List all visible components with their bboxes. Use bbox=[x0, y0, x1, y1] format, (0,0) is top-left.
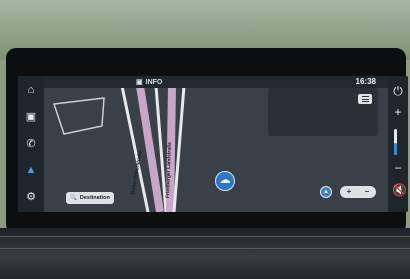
radio-icon[interactable]: ▣ bbox=[25, 111, 37, 123]
zoom-out-button[interactable]: − bbox=[365, 187, 370, 197]
volume-down-button[interactable]: − bbox=[392, 162, 404, 174]
destination-label: Destination bbox=[79, 195, 110, 201]
volume-up-button[interactable]: + bbox=[392, 106, 404, 118]
infotainment-screen: Dottenfelderstraße Friedberger Landstraß… bbox=[18, 76, 408, 212]
sidebar: ⌂ ▣ ✆ ▲ ⚙ bbox=[18, 76, 44, 212]
mute-icon[interactable]: 🔇 bbox=[392, 184, 407, 196]
zoom-controls: + − bbox=[340, 186, 376, 198]
radio-icon: ▣ bbox=[136, 79, 143, 86]
volume-slider[interactable] bbox=[394, 129, 397, 155]
right-controls: ⏻ + − 🔇 bbox=[388, 76, 408, 212]
info-label: INFO bbox=[145, 78, 163, 86]
destination-search-button[interactable]: 🔍 Destination bbox=[66, 192, 114, 204]
info-button[interactable]: ▣ INFO bbox=[136, 77, 162, 87]
status-bar: ▣ INFO 16:38 bbox=[18, 76, 408, 88]
zoom-in-button[interactable]: + bbox=[347, 187, 352, 197]
home-icon[interactable]: ⌂ bbox=[25, 84, 37, 96]
volume-slider-fill bbox=[394, 143, 397, 155]
power-icon[interactable]: ⏻ bbox=[392, 85, 404, 97]
gear-icon[interactable]: ⚙ bbox=[25, 191, 37, 203]
menu-icon bbox=[361, 96, 369, 102]
compass-button[interactable]: ▲ bbox=[320, 186, 332, 198]
menu-button[interactable] bbox=[358, 94, 372, 104]
trim-line bbox=[0, 248, 410, 249]
info-panel bbox=[268, 88, 378, 136]
trim-line bbox=[0, 236, 410, 237]
map-building-outline bbox=[52, 97, 105, 135]
navigation-arrow-icon[interactable]: ▲ bbox=[25, 164, 37, 176]
search-icon: 🔍 bbox=[70, 195, 77, 201]
phone-icon[interactable]: ✆ bbox=[25, 138, 37, 150]
clock: 16:38 bbox=[355, 77, 376, 86]
vehicle-position-marker bbox=[215, 171, 235, 191]
